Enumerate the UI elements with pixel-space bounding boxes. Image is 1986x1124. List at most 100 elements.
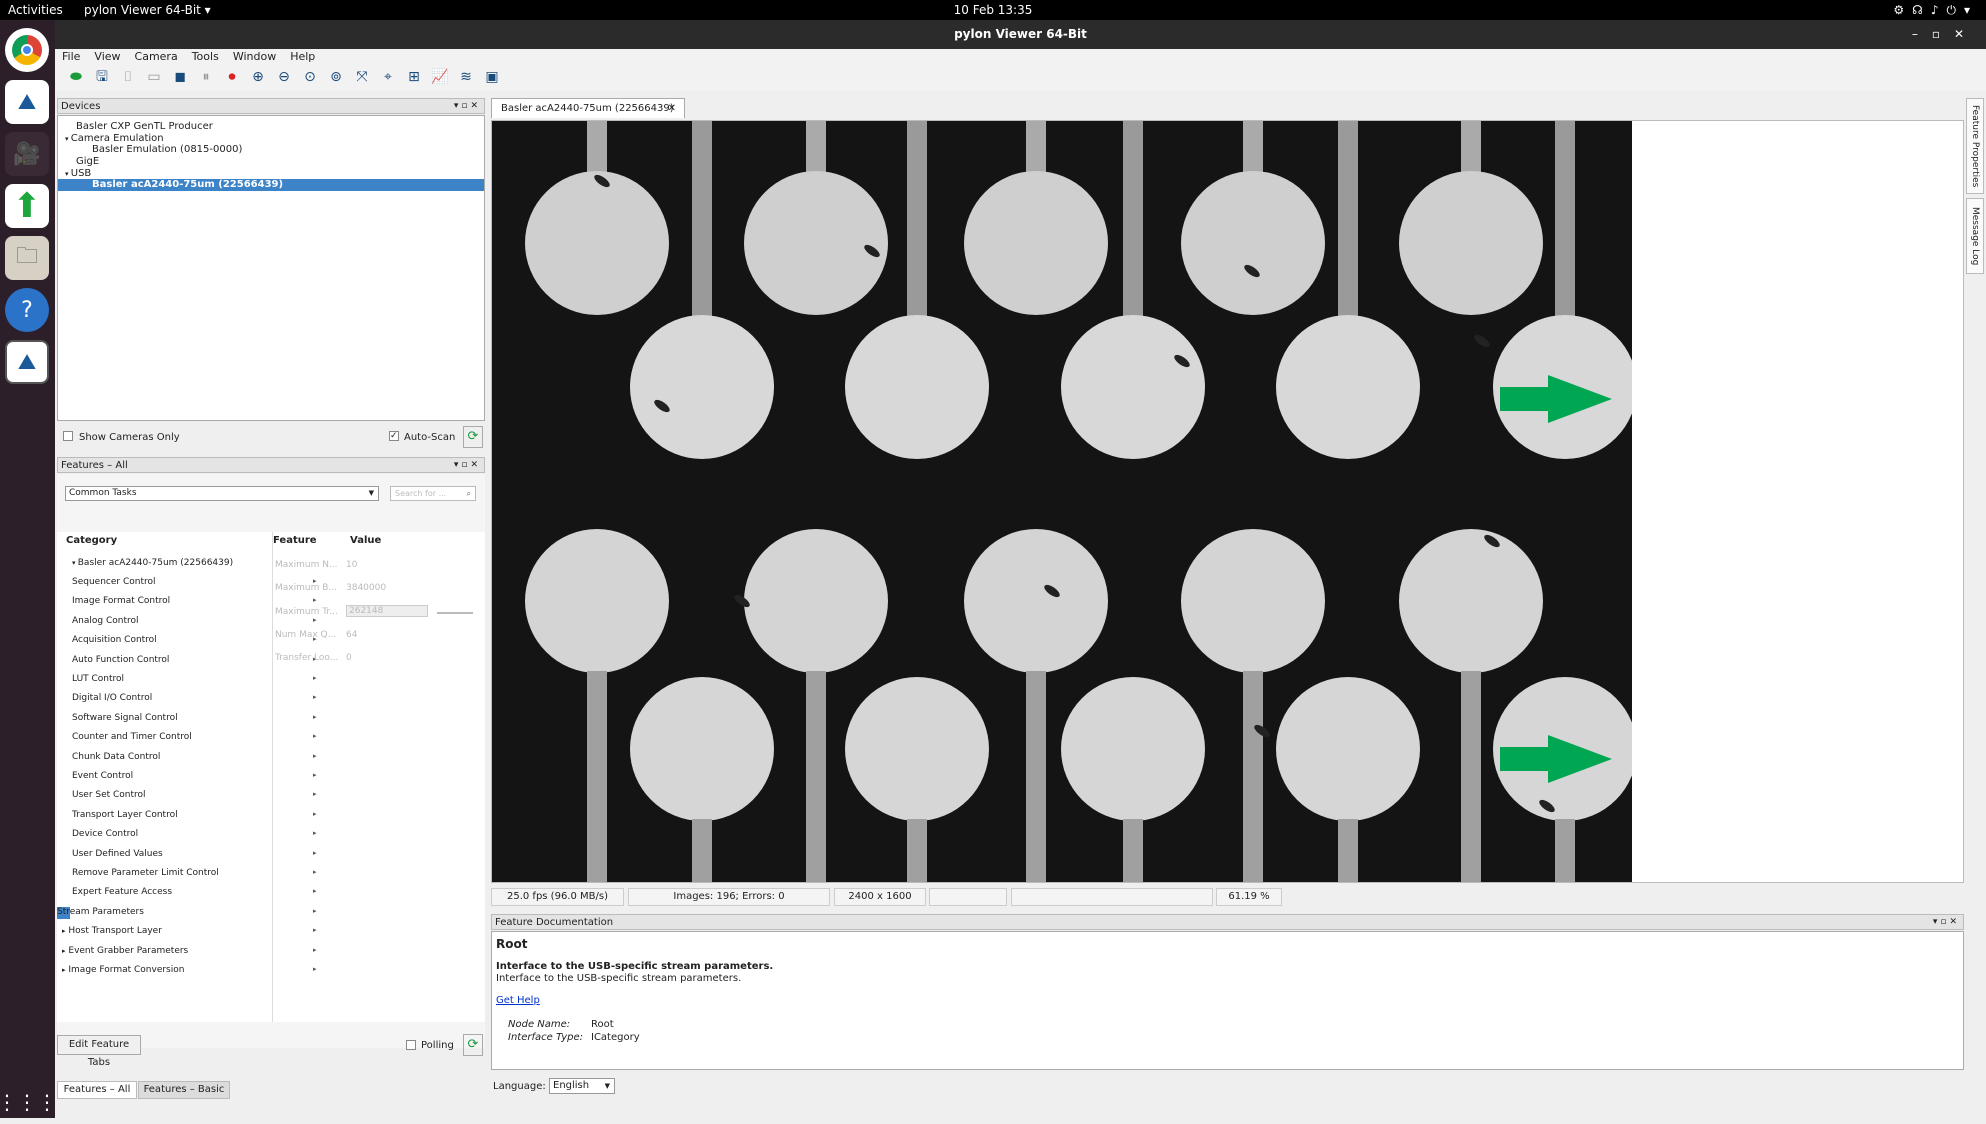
specimen-disc <box>1061 677 1205 821</box>
language-select[interactable]: English ▼ <box>549 1078 615 1094</box>
doc-description: Interface to the USB-specific stream par… <box>496 973 742 984</box>
apps-grid-icon[interactable]: ⋮⋮⋮ <box>0 1080 57 1124</box>
search-input[interactable]: Search for ... ⌕ <box>390 486 476 501</box>
menu-tools[interactable]: Tools <box>185 49 226 64</box>
get-help-link[interactable]: Get Help <box>496 995 540 1006</box>
close-icon[interactable]: ✕ <box>668 99 676 118</box>
category-item[interactable]: Counter and Timer Control <box>72 732 192 742</box>
refresh-icon[interactable]: ⟳ <box>463 426 483 448</box>
specimen-disc <box>1061 315 1205 459</box>
system-tray[interactable]: ⚙☊♪⏻▾ <box>1893 3 1978 18</box>
specimen-disc <box>744 529 888 673</box>
window-controls[interactable]: –▫✕ <box>1912 20 1978 49</box>
tab-features-all[interactable]: Features – All <box>57 1081 137 1099</box>
fullscreen-icon[interactable]: ⤧ <box>351 67 373 87</box>
panel-controls[interactable]: ▾▫✕ <box>1933 915 1960 930</box>
category-item[interactable]: Transport Layer Control <box>72 810 178 820</box>
show-cameras-checkbox[interactable] <box>63 431 73 441</box>
image-icon[interactable]: ▣ <box>481 67 503 87</box>
category-item[interactable]: ▸ Host Transport Layer <box>62 926 162 936</box>
tree-item[interactable]: ▾ USB <box>58 168 484 180</box>
menu-window[interactable]: Window <box>226 49 283 64</box>
save-icon[interactable]: 🖫 <box>91 67 113 87</box>
category-item[interactable]: Auto Function Control <box>72 655 169 665</box>
pylon-viewer-icon[interactable]: ⛰ <box>5 80 49 124</box>
tree-item-selected[interactable]: Basler acA2440-75um (22566439) <box>58 179 484 192</box>
menu-camera[interactable]: Camera <box>128 49 185 64</box>
tree-item[interactable]: Basler CXP GenTL Producer <box>58 121 484 133</box>
line-profile-icon[interactable]: ≋ <box>455 67 477 87</box>
center-icon[interactable]: ⌖ <box>377 67 399 87</box>
zoom-out-icon[interactable]: ⊖ <box>273 67 295 87</box>
category-item[interactable]: Expert Feature Access <box>72 887 172 897</box>
menu-view[interactable]: View <box>87 49 127 64</box>
help-icon[interactable]: ? <box>5 288 49 332</box>
panel-controls[interactable]: ▾▫✕ <box>454 458 481 473</box>
task-combo[interactable]: Common Tasks ▼ <box>65 486 379 501</box>
node-name-value: Root <box>591 1019 614 1030</box>
camera-tool-icon[interactable]: 🎥 <box>5 132 49 176</box>
histogram-icon[interactable]: 📈 <box>429 67 451 87</box>
zoom-in-icon[interactable]: ⊕ <box>247 67 269 87</box>
pause-icon[interactable]: ⏸ <box>195 67 217 87</box>
status-images: Images: 196; Errors: 0 <box>628 888 830 906</box>
tab-message-log[interactable]: Message Log <box>1966 198 1984 274</box>
chevron-right-icon: ▸ <box>313 848 317 857</box>
category-item[interactable]: Acquisition Control <box>72 635 157 645</box>
feature-slider[interactable] <box>437 612 473 614</box>
specimen-disc <box>964 171 1108 315</box>
category-item[interactable]: Remove Parameter Limit Control <box>72 868 219 878</box>
chevron-right-icon: ▸ <box>313 965 317 973</box>
auto-scan-checkbox[interactable]: ✓ <box>389 431 399 441</box>
tab-features-basic[interactable]: Features – Basic <box>138 1081 230 1099</box>
camera-image <box>492 121 1632 882</box>
category-item[interactable]: Device Control <box>72 829 138 839</box>
category-item[interactable]: LUT Control <box>72 674 124 684</box>
category-item[interactable]: Analog Control <box>72 616 139 626</box>
panel-controls[interactable]: ▾▫✕ <box>454 99 481 114</box>
record-icon[interactable]: ⏺ <box>221 67 243 87</box>
category-item[interactable]: ▸ Image Format Conversion <box>62 965 184 975</box>
pylon-app-icon[interactable]: ⛰ <box>5 340 49 384</box>
category-item[interactable]: Software Signal Control <box>72 713 178 723</box>
polling-checkbox[interactable] <box>406 1040 416 1050</box>
chrome-icon[interactable] <box>5 28 49 72</box>
category-root[interactable]: ▾ Basler acA2440-75um (22566439) <box>72 558 233 568</box>
category-item[interactable]: Sequencer Control <box>72 577 156 587</box>
devices-footer: Show Cameras Only ✓ Auto-Scan ⟳ <box>57 426 485 450</box>
image-tab[interactable]: Basler acA2440-75um (22566439) ✕ <box>491 98 685 118</box>
specimen-disc <box>1399 529 1543 673</box>
open-device-icon[interactable]: ⬬ <box>65 67 87 87</box>
edit-feature-tabs-button[interactable]: Edit Feature Tabs <box>57 1035 141 1068</box>
video-icon[interactable]: ▭ <box>143 67 165 87</box>
chevron-right-icon: ▸ <box>313 809 317 818</box>
clock[interactable]: 10 Feb 13:35 <box>0 3 1986 17</box>
stop-icon[interactable]: ◼ <box>169 67 191 87</box>
category-item[interactable]: Digital I/O Control <box>72 693 152 703</box>
image-view[interactable] <box>491 120 1964 883</box>
refresh-icon[interactable]: ⟳ <box>463 1034 483 1056</box>
specimen-disc <box>1276 677 1420 821</box>
tree-item[interactable]: GigE <box>58 156 484 168</box>
features-title: Features – All <box>61 460 128 471</box>
update-icon[interactable]: ⬆ <box>5 184 49 228</box>
snapshot-icon[interactable]: ⌷ <box>117 67 139 87</box>
category-item[interactable]: Image Format Control <box>72 596 170 606</box>
menu-help[interactable]: Help <box>283 49 322 64</box>
files-icon[interactable]: 🗀 <box>5 236 49 280</box>
specimen-stem <box>1338 121 1358 321</box>
zoom-fit-icon[interactable]: ⊙ <box>299 67 321 87</box>
tree-item[interactable]: ▾ Camera Emulation <box>58 133 484 145</box>
tab-feature-properties[interactable]: Feature Properties <box>1966 98 1984 194</box>
grid-icon[interactable]: ⊞ <box>403 67 425 87</box>
category-item[interactable]: User Set Control <box>72 790 146 800</box>
zoom-100-icon[interactable]: ⊚ <box>325 67 347 87</box>
category-item[interactable]: ▸ Event Grabber Parameters <box>62 946 188 956</box>
category-item-selected[interactable]: Stream Parameters <box>57 906 144 919</box>
menu-file[interactable]: File <box>55 49 87 64</box>
tree-item[interactable]: Basler Emulation (0815-0000) <box>58 144 484 156</box>
category-item[interactable]: Event Control <box>72 771 133 781</box>
category-item[interactable]: User Defined Values <box>72 849 163 859</box>
category-item[interactable]: Chunk Data Control <box>72 752 160 762</box>
feature-value: 0 <box>346 653 352 664</box>
